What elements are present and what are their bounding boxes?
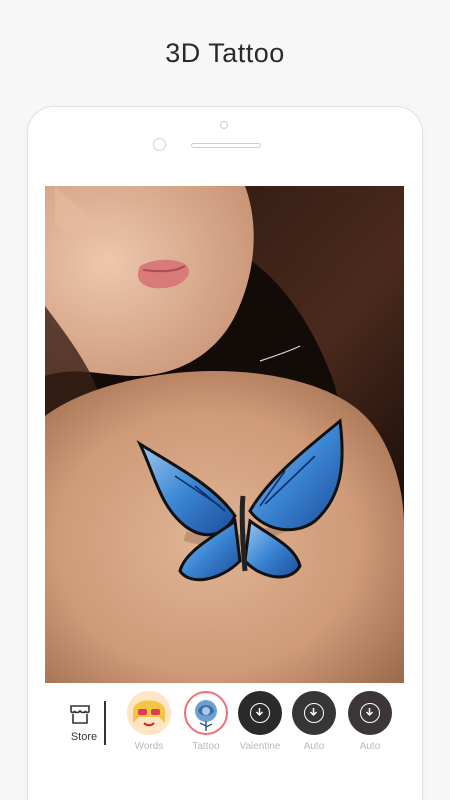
category-tattoo[interactable]: Tattoo xyxy=(181,691,231,761)
category-auto-2[interactable]: Auto xyxy=(345,691,395,761)
valentine-thumbnail xyxy=(238,691,282,735)
category-auto-1[interactable]: Auto xyxy=(289,691,339,761)
category-valentine[interactable]: Valentine xyxy=(235,691,285,761)
store-label: Store xyxy=(70,731,98,743)
toolbar-divider xyxy=(104,701,106,745)
store-button[interactable]: Store xyxy=(45,683,105,763)
front-camera xyxy=(153,138,166,151)
category-label: Tattoo xyxy=(192,741,220,752)
promo-title: 3D Tattoo xyxy=(165,38,285,68)
sticker-category-bar: Store Words Tattoo Valentine Auto Auto xyxy=(45,683,404,763)
category-label: Valentine xyxy=(239,741,281,752)
auto-thumbnail xyxy=(292,691,336,735)
download-icon xyxy=(360,703,380,723)
auto-thumbnail xyxy=(348,691,392,735)
tattoo-preview-photo[interactable] xyxy=(45,186,404,683)
category-words[interactable]: Words xyxy=(124,691,174,761)
sunglasses-girl-thumbnail xyxy=(127,691,171,735)
sensor-dot xyxy=(220,121,228,129)
category-label: Words xyxy=(134,741,164,752)
download-icon xyxy=(250,703,270,723)
blue-rose-thumbnail xyxy=(184,691,228,735)
category-label: Auto xyxy=(303,741,325,752)
shoulder-butterfly-tattoo-image xyxy=(45,186,404,683)
download-icon xyxy=(304,703,324,723)
earpiece-speaker xyxy=(191,143,261,148)
category-label: Auto xyxy=(359,741,381,752)
store-icon xyxy=(70,705,90,724)
